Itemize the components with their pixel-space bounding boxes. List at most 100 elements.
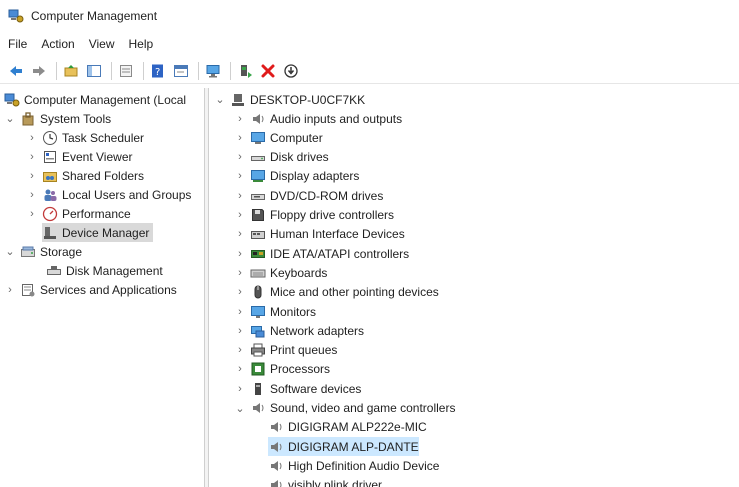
speaker-icon bbox=[268, 477, 284, 487]
toolbar: ? bbox=[0, 58, 739, 84]
device-tree-root[interactable]: ⌄ DESKTOP-U0CF7KK bbox=[214, 90, 365, 109]
monitor-icon bbox=[250, 304, 266, 320]
chevron-right-icon[interactable]: › bbox=[234, 285, 246, 299]
device-category-item[interactable]: ⌄ Sound, video and game controllers bbox=[234, 399, 455, 418]
device-category-item[interactable]: › Computer bbox=[234, 128, 323, 147]
device-category-item[interactable]: › Display adapters bbox=[234, 167, 359, 186]
update-driver-icon[interactable] bbox=[235, 61, 255, 81]
computer-icon bbox=[230, 92, 246, 108]
menu-help[interactable]: Help bbox=[129, 37, 154, 51]
ide-controller-icon bbox=[250, 246, 266, 262]
floppy-icon bbox=[250, 207, 266, 223]
tree-item-device-manager[interactable]: Device Manager bbox=[42, 223, 154, 242]
disable-device-icon[interactable] bbox=[281, 61, 301, 81]
device-category-item[interactable]: › Floppy drive controllers bbox=[234, 206, 394, 225]
toolbar-separator bbox=[143, 61, 144, 80]
tree-item-services-applications[interactable]: › Services and Applications bbox=[4, 280, 177, 299]
services-icon bbox=[20, 282, 36, 298]
hid-icon bbox=[250, 226, 266, 242]
chevron-right-icon[interactable]: › bbox=[234, 266, 246, 280]
device-item[interactable]: DIGIGRAM ALP-DANTE bbox=[268, 437, 419, 457]
uninstall-icon[interactable] bbox=[258, 61, 278, 81]
keyboard-icon bbox=[250, 265, 266, 281]
chevron-right-icon[interactable]: › bbox=[234, 324, 246, 338]
disk-drive-icon bbox=[250, 149, 266, 165]
chevron-right-icon[interactable]: › bbox=[234, 362, 246, 376]
tree-item-task-scheduler[interactable]: › Task Scheduler bbox=[26, 128, 144, 147]
chevron-right-icon[interactable]: › bbox=[234, 112, 246, 126]
chevron-right-icon[interactable]: › bbox=[234, 150, 246, 164]
chevron-right-icon[interactable]: › bbox=[26, 169, 38, 183]
menu-view[interactable]: View bbox=[89, 37, 115, 51]
shared-folder-icon bbox=[42, 168, 58, 184]
device-category-item[interactable]: › Human Interface Devices bbox=[234, 225, 405, 244]
tree-item-disk-management[interactable]: Disk Management bbox=[46, 261, 163, 280]
device-category-item[interactable]: › DVD/CD-ROM drives bbox=[234, 186, 383, 205]
device-category-item[interactable]: › Mice and other pointing devices bbox=[234, 283, 439, 302]
device-category-item[interactable]: › Network adapters bbox=[234, 321, 364, 340]
forward-icon[interactable] bbox=[29, 61, 49, 81]
users-icon bbox=[42, 187, 58, 203]
device-tree: ⌄ DESKTOP-U0CF7KK › Audio inputs and outp… bbox=[210, 88, 739, 487]
pane-splitter[interactable] bbox=[204, 88, 209, 487]
show-hide-tree-icon[interactable] bbox=[84, 61, 104, 81]
menu-file[interactable]: File bbox=[8, 37, 27, 51]
device-category-item[interactable]: › Monitors bbox=[234, 302, 316, 321]
chevron-down-icon[interactable]: ⌄ bbox=[214, 93, 226, 107]
device-category-item[interactable]: › IDE ATA/ATAPI controllers bbox=[234, 244, 409, 263]
export-list-icon[interactable] bbox=[116, 61, 136, 81]
back-icon[interactable] bbox=[6, 61, 26, 81]
printer-icon bbox=[250, 342, 266, 358]
display-adapter-icon bbox=[250, 168, 266, 184]
device-category-item[interactable]: › Keyboards bbox=[234, 263, 327, 282]
mouse-icon bbox=[250, 284, 266, 300]
chevron-right-icon[interactable]: › bbox=[26, 207, 38, 221]
up-folder-icon[interactable] bbox=[61, 61, 81, 81]
help-icon[interactable]: ? bbox=[148, 61, 168, 81]
event-viewer-icon bbox=[42, 149, 58, 165]
device-category-item[interactable]: › Software devices bbox=[234, 379, 361, 398]
chevron-down-icon[interactable]: ⌄ bbox=[234, 401, 246, 415]
chevron-right-icon[interactable]: › bbox=[26, 131, 38, 145]
toolbar-separator bbox=[111, 61, 112, 80]
device-item[interactable]: High Definition Audio Device bbox=[268, 456, 439, 475]
chevron-right-icon[interactable]: › bbox=[234, 382, 246, 396]
properties-icon[interactable] bbox=[171, 61, 191, 81]
speaker-icon bbox=[250, 400, 266, 416]
device-item[interactable]: DIGIGRAM ALP222e-MIC bbox=[268, 418, 427, 437]
disk-management-icon bbox=[46, 263, 62, 279]
chevron-right-icon[interactable]: › bbox=[234, 343, 246, 357]
tree-item-performance[interactable]: › Performance bbox=[26, 204, 131, 223]
device-category-item[interactable]: › Audio inputs and outputs bbox=[234, 109, 402, 128]
menu-action[interactable]: Action bbox=[41, 37, 74, 51]
console-tree: Computer Management (Local ⌄ System Tool… bbox=[0, 88, 204, 487]
chevron-right-icon[interactable]: › bbox=[4, 283, 16, 297]
chevron-right-icon[interactable]: › bbox=[234, 208, 246, 222]
computer-management-icon bbox=[4, 92, 20, 108]
speaker-icon bbox=[250, 111, 266, 127]
chevron-right-icon[interactable]: › bbox=[234, 227, 246, 241]
chevron-right-icon[interactable]: › bbox=[234, 169, 246, 183]
tree-item-local-users-groups[interactable]: › Local Users and Groups bbox=[26, 185, 191, 204]
device-category-item[interactable]: › Print queues bbox=[234, 341, 337, 360]
title-bar: Computer Management bbox=[0, 0, 739, 32]
chevron-right-icon[interactable]: › bbox=[234, 189, 246, 203]
chevron-down-icon[interactable]: ⌄ bbox=[4, 245, 16, 259]
monitor-icon[interactable] bbox=[203, 61, 223, 81]
chevron-right-icon[interactable]: › bbox=[234, 247, 246, 261]
chevron-right-icon[interactable]: › bbox=[26, 150, 38, 164]
chevron-right-icon[interactable]: › bbox=[26, 188, 38, 202]
clock-icon bbox=[42, 130, 58, 146]
chevron-right-icon[interactable]: › bbox=[234, 305, 246, 319]
window-title: Computer Management bbox=[31, 9, 158, 23]
tree-item-shared-folders[interactable]: › Shared Folders bbox=[26, 166, 144, 185]
tree-item-storage[interactable]: ⌄ Storage bbox=[4, 242, 82, 261]
device-category-item[interactable]: › Disk drives bbox=[234, 148, 329, 167]
tree-item-system-tools[interactable]: ⌄ System Tools bbox=[4, 109, 111, 128]
device-category-item[interactable]: › Processors bbox=[234, 360, 330, 379]
chevron-right-icon[interactable]: › bbox=[234, 131, 246, 145]
device-item[interactable]: visibly plink driver bbox=[268, 476, 382, 487]
tree-item-computer-management[interactable]: Computer Management (Local bbox=[4, 90, 186, 109]
chevron-down-icon[interactable]: ⌄ bbox=[4, 112, 16, 126]
tree-item-event-viewer[interactable]: › Event Viewer bbox=[26, 147, 132, 166]
